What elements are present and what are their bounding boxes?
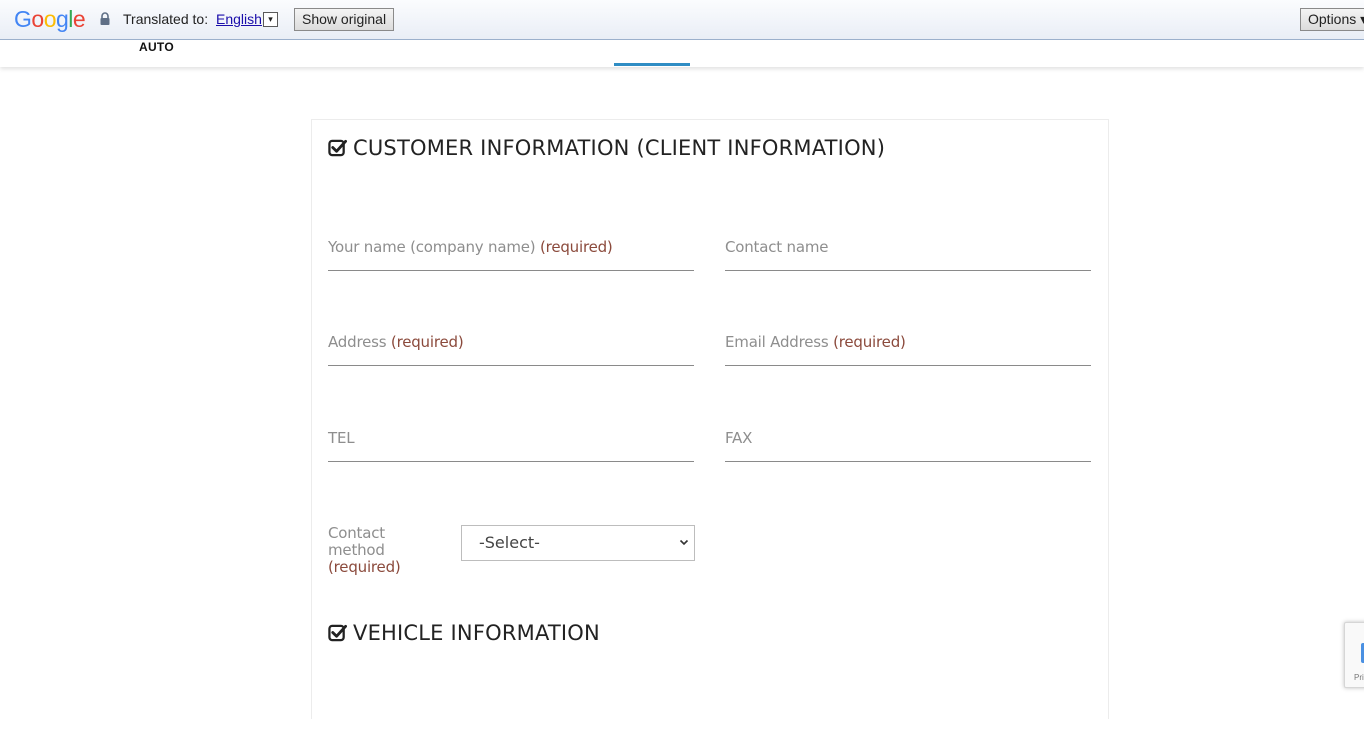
address-input[interactable] — [328, 322, 694, 365]
logo-letter: g — [55, 6, 69, 32]
tel-field[interactable]: TEL — [328, 418, 694, 462]
customer-section-title-text: CUSTOMER INFORMATION (CLIENT INFORMATION… — [353, 136, 886, 160]
contact-method-select-value: -Select- — [479, 533, 540, 552]
customer-section-title: CUSTOMER INFORMATION (CLIENT INFORMATION… — [328, 136, 885, 160]
email-input[interactable] — [725, 322, 1091, 365]
fax-input[interactable] — [725, 418, 1091, 461]
recaptcha-badge[interactable]: Pri — [1344, 622, 1364, 688]
logo-letter: o — [43, 6, 57, 32]
recaptcha-privacy-text: Pri — [1354, 673, 1364, 682]
translate-bar: Google Translated to: English ▾ Show ori… — [0, 0, 1364, 40]
brand-logo-text[interactable]: AUTO — [139, 40, 174, 54]
fax-field[interactable]: FAX — [725, 418, 1091, 462]
tel-input[interactable] — [328, 418, 694, 461]
checkbox-checked-icon — [328, 139, 347, 157]
logo-letter: o — [31, 6, 44, 32]
company-name-field[interactable]: Your name (company name) (required) — [328, 227, 694, 271]
contact-name-field[interactable]: Contact name — [725, 227, 1091, 271]
required-marker: (required) — [328, 558, 401, 576]
email-field[interactable]: Email Address (required) — [725, 322, 1091, 366]
options-button[interactable]: Options ▾ — [1300, 8, 1364, 31]
contact-method-label-line1: Contact — [328, 524, 385, 542]
contact-method-label: Contact method (required) — [328, 525, 401, 576]
checkbox-checked-icon — [328, 624, 347, 642]
chevron-down-icon — [679, 539, 689, 546]
show-original-button[interactable]: Show original — [294, 8, 395, 31]
language-dropdown-icon[interactable]: ▾ — [263, 12, 278, 27]
logo-letter: e — [72, 6, 86, 32]
site-header: AUTO — [0, 40, 1364, 67]
vehicle-section-title: VEHICLE INFORMATION — [328, 621, 600, 645]
contact-method-select[interactable]: -Select- — [461, 525, 695, 561]
logo-letter: G — [14, 6, 32, 32]
address-field[interactable]: Address (required) — [328, 322, 694, 366]
vehicle-section-title-text: VEHICLE INFORMATION — [353, 621, 600, 645]
company-name-input[interactable] — [328, 227, 694, 270]
contact-name-input[interactable] — [725, 227, 1091, 270]
translated-to-label: Translated to: — [123, 11, 209, 27]
lock-icon — [100, 12, 110, 25]
customer-form-panel: CUSTOMER INFORMATION (CLIENT INFORMATION… — [311, 119, 1109, 719]
google-logo[interactable]: Google — [14, 6, 86, 33]
contact-method-label-line2: method — [328, 541, 385, 559]
language-link[interactable]: English — [216, 11, 262, 27]
nav-active-indicator — [614, 63, 690, 66]
